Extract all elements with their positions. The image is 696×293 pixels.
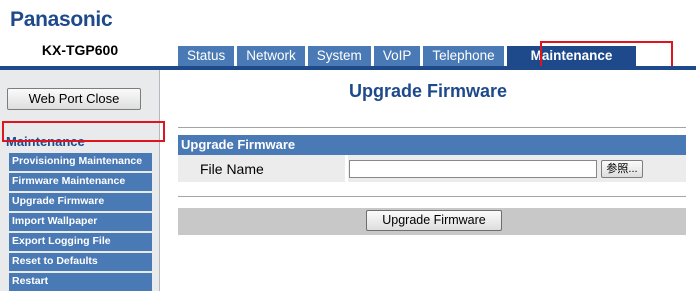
sidebar-heading: Maintenance: [6, 134, 85, 149]
tab-maintenance[interactable]: Maintenance: [506, 46, 637, 66]
sidebar-item-upgrade-firmware[interactable]: Upgrade Firmware: [9, 193, 152, 211]
upgrade-firmware-button[interactable]: Upgrade Firmware: [366, 210, 502, 231]
sidebar-item-import-wallpaper[interactable]: Import Wallpaper: [9, 213, 152, 231]
sidebar-item-export-logging-file[interactable]: Export Logging File: [9, 233, 152, 251]
row-divider: [345, 155, 348, 182]
tab-network[interactable]: Network: [237, 46, 305, 66]
sidebar-menu: Provisioning Maintenance Firmware Mainte…: [9, 153, 152, 293]
browse-button[interactable]: 参照...: [601, 160, 643, 178]
sidebar-item-firmware-maintenance[interactable]: Firmware Maintenance: [9, 173, 152, 191]
file-name-input[interactable]: [349, 160, 597, 178]
divider-top: [178, 127, 686, 128]
file-name-label: File Name: [200, 161, 264, 177]
divider-bottom: [178, 196, 686, 197]
tab-system[interactable]: System: [307, 46, 371, 66]
web-port-close-button[interactable]: Web Port Close: [7, 88, 141, 110]
page-title: Upgrade Firmware: [348, 81, 508, 101]
tab-status[interactable]: Status: [178, 46, 235, 66]
model-name: KX-TGP600: [41, 42, 119, 58]
file-name-row: File Name 参照...: [178, 155, 686, 182]
sidebar-item-provisioning-maintenance[interactable]: Provisioning Maintenance: [9, 153, 152, 171]
sidebar: Web Port Close Maintenance Provisioning …: [0, 70, 160, 291]
tab-voip[interactable]: VoIP: [373, 46, 421, 66]
tab-telephone[interactable]: Telephone: [423, 46, 504, 66]
panasonic-logo: Panasonic: [10, 8, 113, 31]
action-bar: Upgrade Firmware: [178, 208, 686, 235]
tab-bar: Status Network System VoIP Telephone Mai…: [178, 46, 637, 66]
section-header: Upgrade Firmware: [178, 135, 686, 155]
sidebar-item-reset-to-defaults[interactable]: Reset to Defaults: [9, 253, 152, 271]
sidebar-item-restart[interactable]: Restart: [9, 273, 152, 291]
